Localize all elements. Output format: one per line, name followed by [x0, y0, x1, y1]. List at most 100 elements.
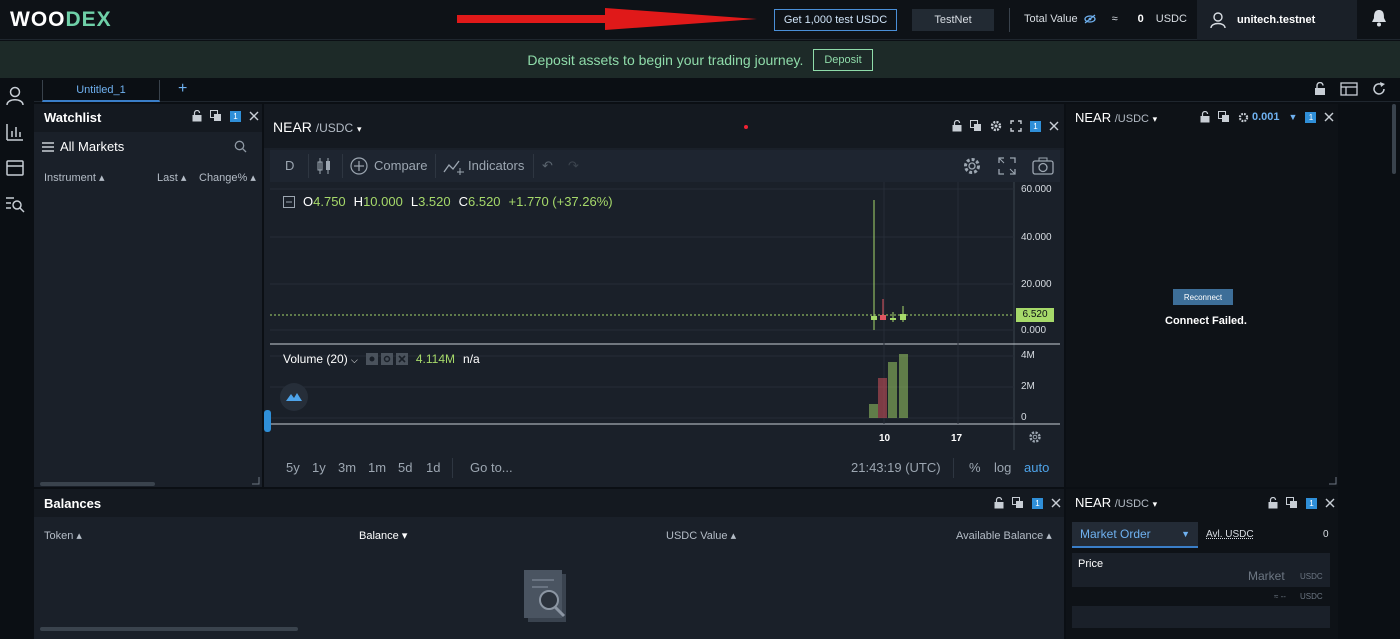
- menu-icon: [42, 141, 54, 152]
- volume-axis-label: 2M: [1021, 381, 1035, 392]
- copy-icon[interactable]: [1286, 497, 1298, 509]
- search-icon[interactable]: [234, 140, 247, 153]
- indicators-icon[interactable]: [443, 158, 465, 176]
- collapse-legend-icon[interactable]: [283, 195, 295, 208]
- close-icon[interactable]: [395, 353, 408, 365]
- camera-icon[interactable]: [1032, 157, 1054, 175]
- order-type-select[interactable]: Market Order ▼: [1072, 522, 1198, 548]
- resize-handle-icon[interactable]: [252, 477, 260, 485]
- range-3m[interactable]: 3m: [338, 460, 356, 475]
- volume-axis-label: 0: [1021, 412, 1027, 423]
- chart-pair-selector[interactable]: NEAR /USDC ▾: [273, 119, 362, 135]
- axis-settings-gear-icon[interactable]: [1028, 430, 1042, 444]
- deposit-button[interactable]: Deposit: [813, 48, 873, 71]
- range-1y[interactable]: 1y: [312, 460, 326, 475]
- gear-icon[interactable]: [380, 353, 393, 365]
- compare-button[interactable]: Compare: [374, 158, 427, 173]
- market-filter[interactable]: All Markets: [42, 139, 124, 154]
- layout-tab-untitled[interactable]: Untitled_1: [42, 80, 160, 102]
- woodex-logo[interactable]: WOODEX: [10, 8, 112, 32]
- volume-study-label[interactable]: Volume (20) ⌵: [283, 352, 358, 366]
- range-1d[interactable]: 1d: [426, 460, 440, 475]
- close-icon[interactable]: [1325, 498, 1335, 508]
- balances-tools: 1: [994, 497, 1061, 509]
- lock-open-icon[interactable]: [1314, 82, 1326, 96]
- candle-body: [890, 318, 896, 320]
- chart-icon[interactable]: [5, 122, 25, 142]
- close-icon[interactable]: [249, 111, 259, 121]
- lock-open-icon[interactable]: [952, 120, 962, 132]
- fullscreen-icon[interactable]: [1010, 120, 1022, 132]
- network-button[interactable]: TestNet: [912, 9, 994, 31]
- volume-axis-label: 4M: [1021, 350, 1035, 361]
- close-icon[interactable]: [1324, 112, 1334, 122]
- lock-open-icon[interactable]: [994, 497, 1004, 509]
- fullscreen-icon[interactable]: [998, 157, 1016, 175]
- price-chart[interactable]: [270, 182, 1060, 450]
- redo-icon[interactable]: ↷: [568, 158, 579, 174]
- close-icon[interactable]: [1049, 121, 1059, 131]
- range-1m[interactable]: 1m: [368, 460, 386, 475]
- panel-link-badge[interactable]: 1: [1032, 497, 1043, 509]
- price-input[interactable]: [1072, 553, 1330, 587]
- user-account[interactable]: unitech.testnet: [1197, 0, 1357, 40]
- add-layout-button[interactable]: +: [178, 80, 187, 98]
- copy-icon[interactable]: [970, 120, 982, 132]
- refresh-icon[interactable]: [1372, 82, 1386, 96]
- col-balance[interactable]: Balance ▾: [359, 529, 407, 542]
- panel-link-badge[interactable]: 1: [1306, 497, 1317, 509]
- order-search-icon[interactable]: [5, 194, 25, 214]
- account-icon[interactable]: [5, 86, 25, 106]
- indicators-button[interactable]: Indicators: [468, 158, 524, 173]
- undo-icon[interactable]: ↶: [542, 158, 553, 174]
- orderbook-pair-selector[interactable]: NEAR /USDC ▾: [1075, 110, 1157, 125]
- interval-button[interactable]: D: [285, 158, 294, 173]
- watchlist-scrollbar[interactable]: [40, 482, 155, 486]
- total-value-amount: 0: [1137, 13, 1144, 25]
- price-step-selector[interactable]: 0.001 ▼: [1238, 111, 1297, 123]
- col-last[interactable]: Last ▴: [157, 171, 186, 184]
- col-available-balance[interactable]: Available Balance ▴: [956, 529, 1052, 542]
- wallet-icon[interactable]: [5, 158, 25, 178]
- page-scrollbar[interactable]: [1392, 104, 1396, 174]
- bell-icon[interactable]: [1370, 8, 1388, 28]
- candle-style-icon[interactable]: [316, 156, 332, 176]
- lock-open-icon[interactable]: [192, 110, 202, 122]
- quantity-input[interactable]: [1072, 606, 1330, 628]
- col-change[interactable]: Change% ▴: [199, 171, 256, 184]
- chart-drawer-handle[interactable]: [264, 410, 271, 432]
- chart-panel-tools: 1: [952, 120, 1059, 132]
- lock-open-icon[interactable]: [1268, 497, 1278, 509]
- panel-link-badge[interactable]: 1: [230, 110, 241, 122]
- chart-settings-gear-icon[interactable]: [962, 156, 982, 176]
- gear-icon[interactable]: [990, 120, 1002, 132]
- panel-link-badge[interactable]: 1: [1305, 111, 1317, 123]
- range-5d[interactable]: 5d: [398, 460, 412, 475]
- close-icon[interactable]: [1051, 498, 1061, 508]
- panel-link-badge[interactable]: 1: [1030, 120, 1041, 132]
- percent-scale-toggle[interactable]: %: [969, 460, 981, 475]
- copy-icon[interactable]: [210, 110, 222, 122]
- compare-plus-icon[interactable]: [350, 157, 368, 175]
- range-5y[interactable]: 5y: [286, 460, 300, 475]
- col-token[interactable]: Token ▴: [44, 529, 82, 542]
- reconnect-button[interactable]: Reconnect: [1173, 289, 1233, 305]
- balances-scrollbar[interactable]: [40, 627, 298, 631]
- order-type-value: Market Order: [1080, 527, 1151, 541]
- col-usdc-value[interactable]: USDC Value ▴: [666, 529, 736, 542]
- time-axis-label: 17: [951, 433, 963, 444]
- copy-icon[interactable]: [1218, 111, 1230, 123]
- get-test-usdc-button[interactable]: Get 1,000 test USDC: [774, 9, 897, 31]
- lock-open-icon[interactable]: [1200, 111, 1210, 123]
- layout-template-icon[interactable]: [1340, 82, 1358, 96]
- goto-date-button[interactable]: Go to...: [470, 460, 513, 475]
- log-scale-toggle[interactable]: log: [994, 460, 1011, 475]
- col-instrument[interactable]: Instrument ▴: [44, 171, 105, 184]
- copy-icon[interactable]: [1012, 497, 1024, 509]
- eye-hidden-icon[interactable]: [1083, 14, 1096, 24]
- auto-scale-toggle[interactable]: auto: [1024, 460, 1049, 475]
- tradingview-logo-icon[interactable]: [279, 382, 309, 412]
- eye-icon[interactable]: [365, 353, 378, 365]
- resize-handle-icon[interactable]: [1329, 477, 1337, 485]
- order-entry-pair-selector[interactable]: NEAR /USDC ▾: [1075, 495, 1157, 510]
